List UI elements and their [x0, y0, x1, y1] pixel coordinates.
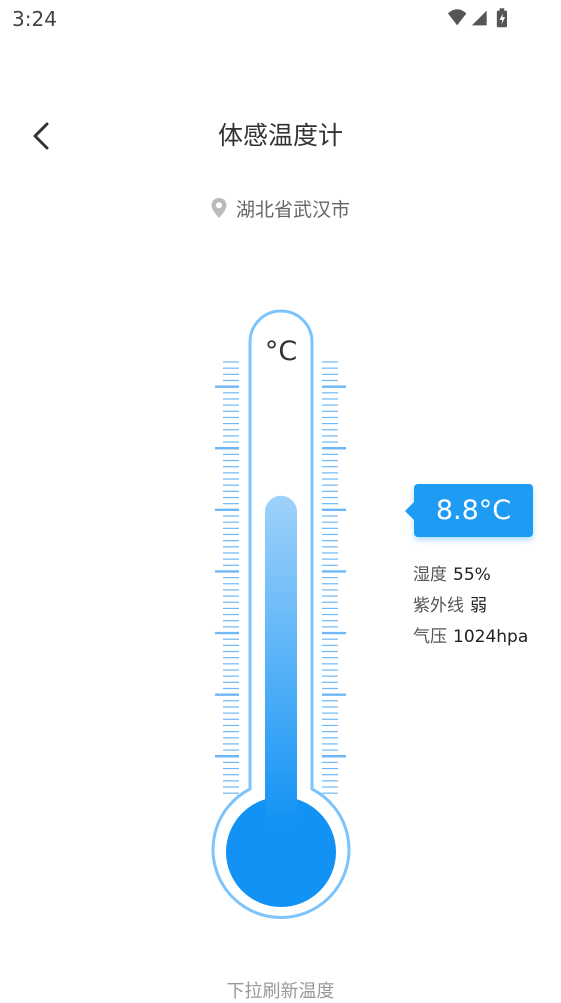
- thermometer-mercury: [265, 495, 297, 830]
- pressure-row: 气压 1024hpa: [413, 622, 528, 647]
- scale-ticks-left: [215, 361, 239, 794]
- humidity-row: 湿度 55%: [413, 560, 491, 585]
- uv-label: 紫外线: [413, 596, 464, 616]
- temperature-bubble: 8.8°C: [405, 484, 533, 537]
- thermometer-unit: °C: [265, 336, 297, 367]
- humidity-value: 55%: [453, 565, 491, 585]
- uv-row: 紫外线弱: [413, 591, 487, 616]
- uv-value: 弱: [470, 596, 487, 616]
- temperature-value: 8.8°C: [435, 495, 512, 526]
- pressure-value: 1024hpa: [453, 627, 529, 647]
- pressure-label: 气压: [413, 627, 447, 647]
- refresh-hint: 下拉刷新温度: [226, 981, 335, 1002]
- humidity-label: 湿度: [413, 565, 447, 585]
- scale-ticks-right: [322, 361, 346, 794]
